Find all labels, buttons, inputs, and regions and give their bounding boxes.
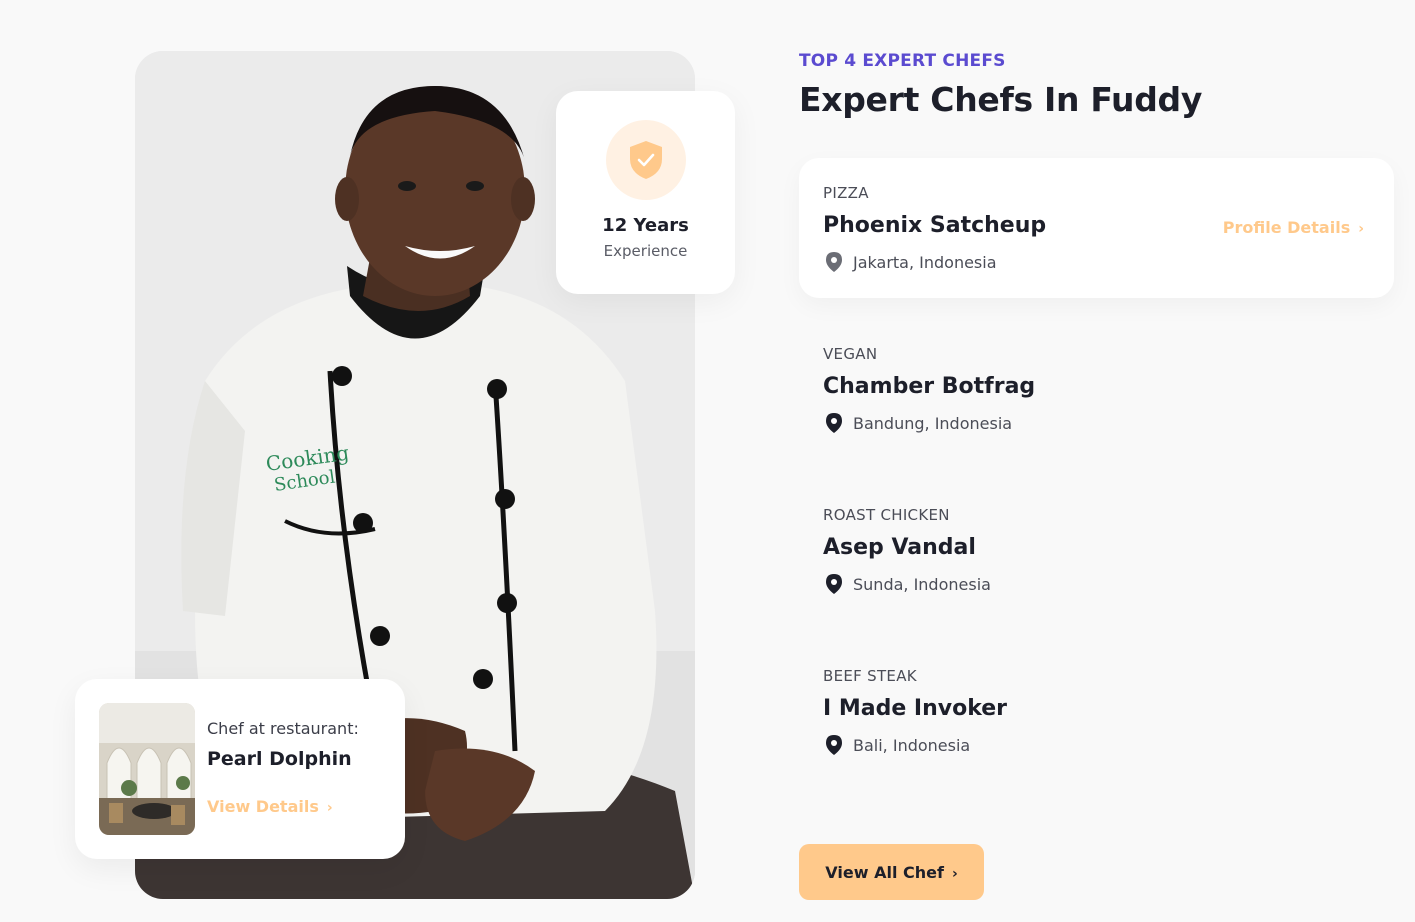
chevron-right-icon: › bbox=[951, 865, 958, 882]
view-details-label: View Details bbox=[207, 797, 319, 816]
chef-item[interactable]: PIZZA Phoenix Satcheup Jakarta, Indonesi… bbox=[799, 158, 1394, 298]
chef-category: PIZZA bbox=[823, 184, 869, 202]
chef-name: Asep Vandal bbox=[823, 535, 976, 560]
view-all-chef-label: View All Chef bbox=[825, 862, 944, 882]
view-details-link[interactable]: View Details › bbox=[207, 797, 333, 816]
restaurant-label: Chef at restaurant: bbox=[207, 719, 359, 738]
chef-location-text: Sunda, Indonesia bbox=[853, 575, 991, 594]
page: Cooking School 12 Years Experience Chef … bbox=[0, 0, 1415, 922]
section-title: Expert Chefs In Fuddy bbox=[799, 80, 1203, 119]
chef-name: Phoenix Satcheup bbox=[823, 213, 1047, 238]
chef-category: VEGAN bbox=[823, 345, 878, 363]
chevron-right-icon: › bbox=[1358, 221, 1364, 237]
location-pin-icon bbox=[823, 734, 845, 756]
restaurant-card: Chef at restaurant: Pearl Dolphin View D… bbox=[75, 679, 405, 859]
location-pin-icon bbox=[823, 573, 845, 595]
chef-item[interactable]: VEGAN Chamber Botfrag Bandung, Indonesia bbox=[799, 319, 1394, 459]
restaurant-name: Pearl Dolphin bbox=[207, 748, 352, 770]
chef-location: Jakarta, Indonesia bbox=[823, 251, 997, 273]
location-pin-icon bbox=[823, 251, 845, 273]
chef-item[interactable]: BEEF STEAK I Made Invoker Bali, Indonesi… bbox=[799, 641, 1394, 781]
chef-category: ROAST CHICKEN bbox=[823, 506, 950, 524]
profile-details-label: Profile Details bbox=[1222, 218, 1351, 237]
chevron-right-icon: › bbox=[326, 800, 333, 816]
chef-category: BEEF STEAK bbox=[823, 667, 917, 685]
chef-location-text: Jakarta, Indonesia bbox=[853, 253, 997, 272]
experience-years: 12 Years bbox=[602, 215, 689, 236]
chef-location: Bandung, Indonesia bbox=[823, 412, 1012, 434]
view-all-chef-button[interactable]: View All Chef › bbox=[799, 844, 984, 900]
experience-label: Experience bbox=[603, 242, 688, 260]
chef-location-text: Bandung, Indonesia bbox=[853, 414, 1013, 433]
section-eyebrow: TOP 4 EXPERT CHEFS bbox=[799, 51, 1006, 71]
chef-name: Chamber Botfrag bbox=[823, 374, 1036, 399]
chef-location: Sunda, Indonesia bbox=[823, 573, 991, 595]
experience-badge bbox=[606, 120, 686, 200]
chef-name: I Made Invoker bbox=[823, 696, 1008, 721]
restaurant-thumbnail bbox=[99, 703, 195, 835]
location-pin-icon bbox=[823, 412, 845, 434]
experience-card: 12 Years Experience bbox=[556, 91, 735, 294]
chef-item[interactable]: ROAST CHICKEN Asep Vandal Sunda, Indones… bbox=[799, 480, 1394, 620]
chef-location-text: Bali, Indonesia bbox=[853, 736, 971, 755]
profile-details-link[interactable]: Profile Details › bbox=[1223, 218, 1364, 237]
chef-location: Bali, Indonesia bbox=[823, 734, 970, 756]
